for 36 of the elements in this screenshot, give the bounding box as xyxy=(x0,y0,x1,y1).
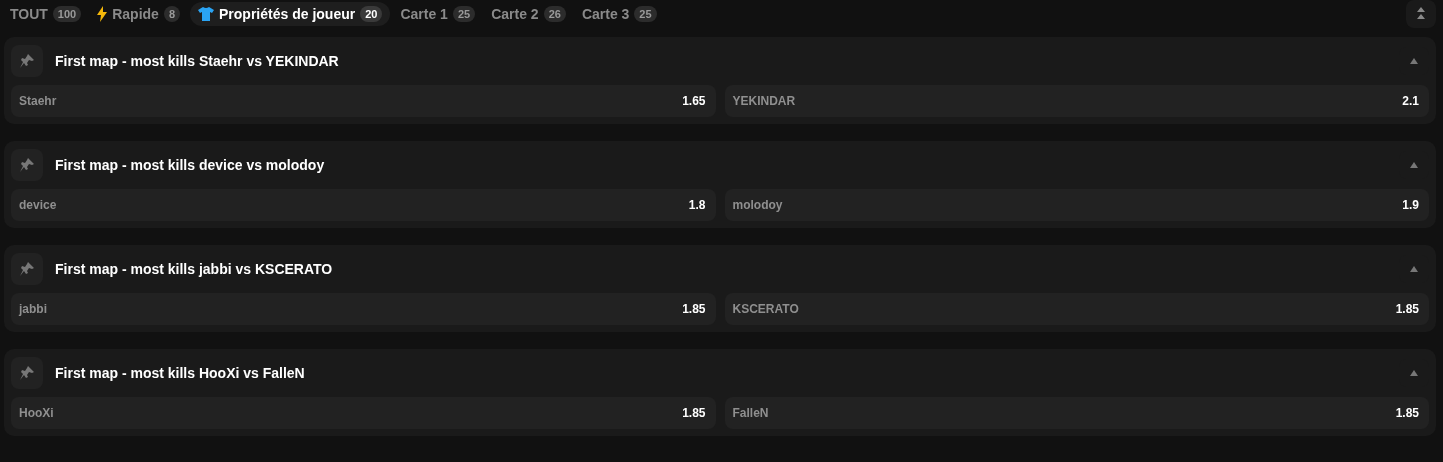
odds-button[interactable]: Staehr 1.65 xyxy=(11,85,716,117)
filter-tab[interactable]: Propriétés de joueur 20 xyxy=(190,2,391,26)
count-badge: 100 xyxy=(52,6,82,22)
odds-button[interactable]: FalleN 1.85 xyxy=(724,397,1429,429)
odds-button[interactable]: HooXi 1.85 xyxy=(11,397,716,429)
caret-icon xyxy=(1409,161,1419,169)
pin-icon[interactable] xyxy=(11,253,43,285)
count-badge: 20 xyxy=(360,6,383,22)
caret-icon xyxy=(1409,369,1419,377)
odds-button[interactable]: KSCERATO 1.85 xyxy=(724,293,1429,325)
count-badge: 26 xyxy=(543,6,566,22)
market-title: First map - most kills HooXi vs FalleN xyxy=(55,365,306,381)
caret-icon xyxy=(1409,265,1419,273)
pin-icon[interactable] xyxy=(11,45,43,77)
pin-icon[interactable] xyxy=(11,357,43,389)
caret-icon xyxy=(1409,57,1419,65)
count-badge: 25 xyxy=(452,6,476,22)
count-badge: 8 xyxy=(163,6,181,22)
lightning-icon xyxy=(97,6,108,22)
odds-button[interactable]: molodoy 1.9 xyxy=(724,189,1429,221)
count-badge: 25 xyxy=(634,6,657,22)
odds-button[interactable]: YEKINDAR 2.1 xyxy=(724,85,1429,117)
shirt-icon xyxy=(198,7,215,21)
filter-tab[interactable]: Carte 2 26 xyxy=(485,2,572,26)
market-title: First map - most kills Staehr vs YEKINDAR xyxy=(55,53,340,69)
double-caret-icon xyxy=(1416,6,1426,22)
filter-tab[interactable]: Carte 1 25 xyxy=(394,2,482,26)
filter-tab[interactable]: Rapide 8 xyxy=(91,2,187,26)
collapse-all-button[interactable] xyxy=(1406,0,1436,28)
pin-icon[interactable] xyxy=(11,149,43,181)
filter-tab[interactable]: TOUT 100 xyxy=(4,2,88,26)
filter-tab[interactable]: Carte 3 25 xyxy=(575,2,663,26)
market-title: First map - most kills device vs molodoy xyxy=(55,157,326,173)
odds-button[interactable]: jabbi 1.85 xyxy=(11,293,716,325)
market-title: First map - most kills jabbi vs KSCERATO xyxy=(55,261,334,277)
odds-button[interactable]: device 1.8 xyxy=(11,189,716,221)
